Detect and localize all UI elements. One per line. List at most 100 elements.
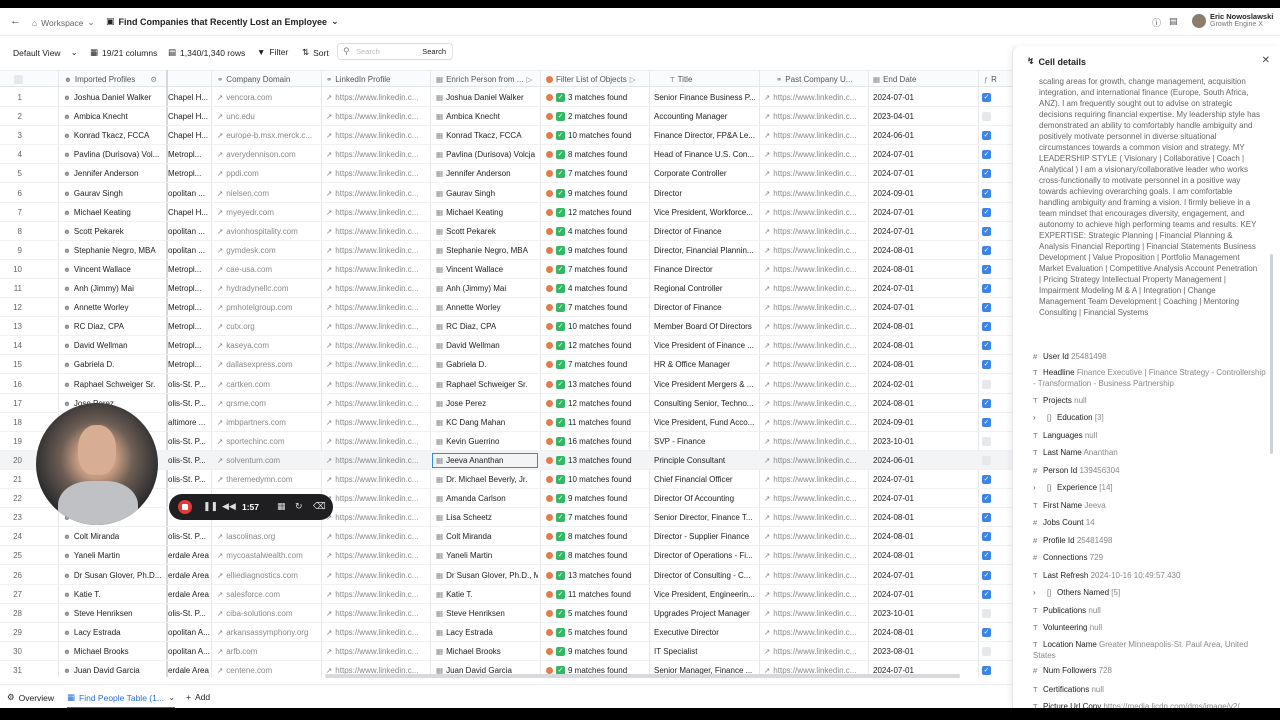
- company-domain-cell[interactable]: ↗ theremedymn.com: [217, 475, 319, 484]
- past-company-cell[interactable]: ↗ https://www.linkedin.c...: [764, 494, 866, 503]
- end-date-cell[interactable]: 2024-06-01: [873, 456, 963, 465]
- row-checkbox[interactable]: ✓: [982, 112, 991, 122]
- title-cell[interactable]: Director of Finance: [654, 227, 756, 236]
- linkedin-profile-cell[interactable]: ↗https://www.linkedin.c...: [326, 303, 428, 312]
- end-date-cell[interactable]: 2024-08-01: [873, 341, 963, 350]
- title-cell[interactable]: Finance Director: [654, 265, 756, 274]
- company-domain-cell[interactable]: ↗ qrsme.com: [217, 399, 319, 408]
- title-cell[interactable]: Senior Director, Finance T...: [654, 513, 756, 522]
- company-domain-cell[interactable]: ↗ dallasexpress.com: [217, 360, 319, 369]
- filter-list-cell[interactable]: ✓ 10 matches found: [546, 322, 646, 332]
- linkedin-profile-cell[interactable]: ↗https://www.linkedin.c...: [326, 418, 428, 427]
- filter-list-cell[interactable]: ✓ 9 matches found: [546, 245, 646, 255]
- end-date-cell[interactable]: 2024-07-01: [873, 590, 963, 599]
- table-row[interactable]: 4 ☻ Pavlina (Durisova) Vol... Metropl... ↗ av…: [0, 145, 1012, 165]
- title-cell[interactable]: Chief Financial Officer: [654, 475, 756, 484]
- table-row[interactable]: 2 ☻ Ambica Knecht Chapel H... ↗ unc.edu ↗ https…: [0, 107, 1012, 127]
- webcam-overlay[interactable]: [36, 403, 158, 525]
- enrich-person-cell[interactable]: ▦ Joshua Daniel Walker: [432, 93, 538, 102]
- title-cell[interactable]: Director of Consulting - C...: [654, 571, 756, 580]
- table-row[interactable]: 6 ☻ Gaurav Singh opolitan ... ↗ nielsen.com ↗ h…: [0, 184, 1012, 203]
- field-volunteering[interactable]: T Volunteering null: [1033, 623, 1269, 634]
- filter-list-cell[interactable]: ✓ 13 matches found: [546, 379, 646, 389]
- horizontal-scrollbar[interactable]: [325, 674, 960, 678]
- field-profile-id[interactable]: # Profile Id 25481498: [1033, 536, 1269, 547]
- imported-profile-cell[interactable]: ☻ Pavlina (Durisova) Vol...: [63, 150, 163, 159]
- past-company-cell[interactable]: ↗ https://www.linkedin.c...: [764, 437, 866, 446]
- imported-profile-cell[interactable]: ☻ Colt Miranda: [63, 532, 163, 541]
- past-company-cell[interactable]: ↗ https://www.linkedin.c...: [764, 628, 866, 637]
- column-header-company-domain[interactable]: ⚭ Company Domain: [217, 75, 317, 84]
- imported-profile-cell[interactable]: ☻ Dr Susan Glover, Ph.D...: [63, 571, 163, 580]
- end-date-cell[interactable]: 2023-08-01: [873, 647, 963, 656]
- row-checkbox[interactable]: ✓: [982, 551, 991, 561]
- expand-chevron-icon[interactable]: ›: [1033, 483, 1043, 494]
- filter-list-cell[interactable]: ✓ 9 matches found: [546, 646, 646, 656]
- company-domain-cell[interactable]: ↗ myeyedr.com: [217, 208, 319, 217]
- rewind-icon[interactable]: ◀◀: [222, 501, 236, 512]
- filter-list-cell[interactable]: ✓ 11 matches found: [546, 589, 646, 599]
- end-date-cell[interactable]: 2024-08-01: [873, 532, 963, 541]
- company-domain-cell[interactable]: ↗ arkansassymphony.org: [217, 628, 319, 637]
- table-row[interactable]: 3 ☻ Konrad Tkacz, FCCA Chapel H... ↗ europe-b…: [0, 126, 1012, 146]
- imported-profile-cell[interactable]: ☻ Steve Henriksen: [63, 609, 163, 618]
- linkedin-profile-cell[interactable]: ↗https://www.linkedin.c...: [326, 265, 428, 274]
- row-checkbox[interactable]: ✓: [982, 131, 991, 141]
- imported-profile-cell[interactable]: ☻ Vincent Wallace: [63, 265, 163, 274]
- row-checkbox[interactable]: ✓: [982, 666, 991, 675]
- table-row[interactable]: 16 ☻ Raphael Schweiger Sr. olis-St. P... ↗ ca…: [0, 375, 1012, 394]
- imported-profile-cell[interactable]: ☻ Annette Worley: [63, 303, 163, 312]
- row-checkbox[interactable]: ✓: [982, 207, 991, 217]
- end-date-cell[interactable]: 2024-08-01: [873, 322, 963, 331]
- rows-button[interactable]: ▤ 1,340/1,340 rows: [168, 47, 245, 58]
- enrich-person-cell[interactable]: ▦ Steve Henriksen: [432, 609, 538, 618]
- company-domain-cell[interactable]: ↗ arfb.com: [217, 647, 319, 656]
- row-checkbox[interactable]: ✓: [982, 93, 991, 102]
- filter-list-cell[interactable]: ✓ 8 matches found: [546, 532, 646, 542]
- table-row[interactable]: 11 ☻ Anh (Jimmy) Mai Metropl... ↗ hydradynell…: [0, 279, 1012, 299]
- linkedin-profile-cell[interactable]: ↗https://www.linkedin.c...: [326, 628, 428, 637]
- user-menu[interactable]: Eric Nowoslawski Growth Engine X: [1192, 13, 1273, 29]
- table-row[interactable]: 1 ☻ Joshua Daniel Walker Chapel H... ↗ vencor…: [0, 88, 1012, 108]
- company-domain-cell[interactable]: ↗ cutx.org: [217, 322, 319, 331]
- company-domain-cell[interactable]: ↗ kaseya.com: [217, 341, 319, 350]
- end-date-cell[interactable]: 2024-07-01: [873, 284, 963, 293]
- past-company-cell[interactable]: ↗ https://www.linkedin.c...: [764, 532, 866, 541]
- title-cell[interactable]: Consulting Senior, Techno...: [654, 399, 756, 408]
- enrich-person-cell[interactable]: ▦ Amanda Carlson: [432, 494, 538, 503]
- field-user-id[interactable]: # User Id 25481498: [1033, 352, 1269, 363]
- columns-button[interactable]: ▦ 19/21 columns: [90, 47, 157, 58]
- row-checkbox[interactable]: ✓: [982, 608, 991, 618]
- location-cell[interactable]: olis-St. P...: [168, 380, 210, 389]
- title-cell[interactable]: HR & Office Manager: [654, 360, 756, 369]
- linkedin-profile-cell[interactable]: ↗https://www.linkedin.c...: [326, 513, 428, 522]
- location-cell[interactable]: olis-St. P...: [168, 609, 210, 618]
- table-row[interactable]: 10 ☻ Vincent Wallace Metropl... ↗ cae-usa.com…: [0, 260, 1012, 279]
- field-connections[interactable]: # Connections 729: [1033, 553, 1269, 564]
- location-cell[interactable]: Chapel H...: [168, 112, 210, 121]
- title-cell[interactable]: Director Of Accounting: [654, 494, 756, 503]
- title-cell[interactable]: Vice President of Finance ...: [654, 341, 756, 350]
- linkedin-profile-cell[interactable]: ↗https://www.linkedin.c...: [326, 169, 428, 178]
- past-company-cell[interactable]: ↗ https://www.linkedin.c...: [764, 93, 866, 102]
- filter-list-cell[interactable]: ✓ 7 matches found: [546, 513, 646, 523]
- enrich-person-cell[interactable]: ▦ Gaurav Singh: [432, 189, 538, 198]
- filter-list-cell[interactable]: ✓ 7 matches found: [546, 360, 646, 370]
- past-company-cell[interactable]: ↗ https://www.linkedin.c...: [764, 131, 866, 140]
- filter-list-cell[interactable]: ✓ 8 matches found: [546, 150, 646, 160]
- field-num-followers[interactable]: # Num Followers 728: [1033, 666, 1269, 677]
- linkedin-profile-cell[interactable]: ↗https://www.linkedin.c...: [326, 131, 428, 140]
- location-cell[interactable]: erdale Area: [168, 551, 210, 560]
- end-date-cell[interactable]: 2024-08-01: [873, 628, 963, 637]
- title-cell[interactable]: Director - Supplier Finance: [654, 532, 756, 541]
- company-domain-cell[interactable]: ↗ europe-b.msx.merck.c...: [217, 131, 319, 140]
- table-row[interactable]: 18☻KC Dang Mahanaltimore ...↗imbpartners…: [0, 413, 1012, 432]
- filter-list-cell[interactable]: ✓ 10 matches found: [546, 475, 646, 484]
- row-checkbox[interactable]: ✓: [982, 646, 991, 656]
- end-date-cell[interactable]: 2024-07-01: [873, 208, 963, 217]
- linkedin-profile-cell[interactable]: ↗https://www.linkedin.c...: [326, 208, 428, 217]
- row-checkbox[interactable]: ✓: [982, 589, 991, 599]
- view-selector[interactable]: Default View ⌄: [13, 47, 78, 58]
- enrich-person-cell[interactable]: ▦ Stephanie Negro, MBA: [432, 246, 538, 255]
- location-cell[interactable]: opolitan ...: [168, 246, 210, 255]
